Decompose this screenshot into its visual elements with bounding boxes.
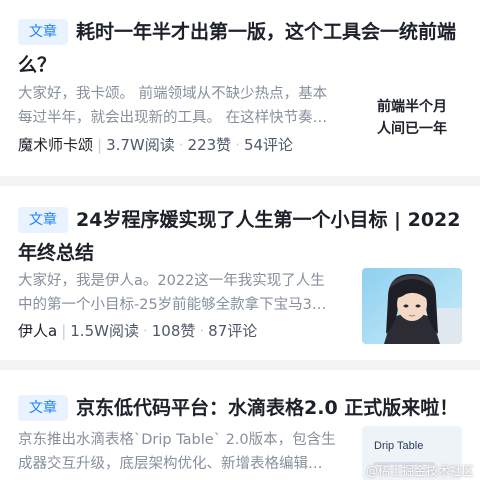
article-title[interactable]: 耗时一年半才出第一版，这个工具会一统前端么？ bbox=[18, 16, 464, 82]
article-meta: 伊人a | 1.5W阅读 · 108赞 · 87评论 bbox=[18, 322, 258, 340]
separator bbox=[0, 360, 480, 370]
article-title[interactable]: 京东低代码平台：水滴表格2.0 正式版来啦！ bbox=[18, 392, 464, 425]
article-summary: 大家好，我卡颂。 前端领域从不缺少热点，基本 每过半年，就会出现新的工具。 在这… bbox=[18, 86, 328, 126]
like-count: 223赞 bbox=[187, 136, 232, 154]
thumbnail-caption: Drip Table bbox=[374, 440, 424, 452]
comment-count: 54评论 bbox=[243, 136, 294, 154]
article-card-1[interactable]: 文章 耗时一年半才出第一版，这个工具会一统前端么？ 大家好，我卡颂。 前端领域从… bbox=[0, 0, 480, 176]
comment-count: 87评论 bbox=[208, 322, 258, 340]
read-count: 1.5W阅读 bbox=[70, 322, 139, 340]
author-name[interactable]: 伊人a bbox=[18, 322, 57, 340]
article-summary: 大家好，我是伊人a。2022这一年我实现了人生 中的第一个小目标-25岁前能够全… bbox=[18, 273, 327, 313]
article-summary: 京东推出水滴表格`Drip Table` 2.0版本，包含生 成器交互升级，底层… bbox=[18, 432, 336, 472]
read-count: 3.7W阅读 bbox=[106, 136, 175, 154]
article-title[interactable]: 24岁程序媛实现了人生第一个小目标 | 2022年终总结 bbox=[18, 204, 464, 270]
author-name[interactable]: 魔术师卡颂 bbox=[18, 136, 93, 154]
like-count: 108赞 bbox=[151, 322, 196, 340]
article-meta: 魔术师卡颂 | 3.7W阅读 · 223赞 · 54评论 bbox=[18, 136, 294, 154]
separator bbox=[0, 176, 480, 186]
watermark: @稀土掘金技术社区 bbox=[365, 464, 474, 478]
article-thumbnail[interactable]: 前端半个月 人间已一年 bbox=[362, 84, 462, 152]
thumbnail-caption: 前端半个月 人间已一年 bbox=[377, 99, 447, 137]
article-card-3[interactable]: 文章 京东低代码平台：水滴表格2.0 正式版来啦！ 京东推出水滴表格`Drip … bbox=[0, 370, 480, 480]
article-thumbnail[interactable] bbox=[362, 268, 462, 344]
article-card-2[interactable]: 文章 24岁程序媛实现了人生第一个小目标 | 2022年终总结 大家好，我是伊人… bbox=[0, 186, 480, 360]
anime-character-image bbox=[362, 268, 462, 344]
